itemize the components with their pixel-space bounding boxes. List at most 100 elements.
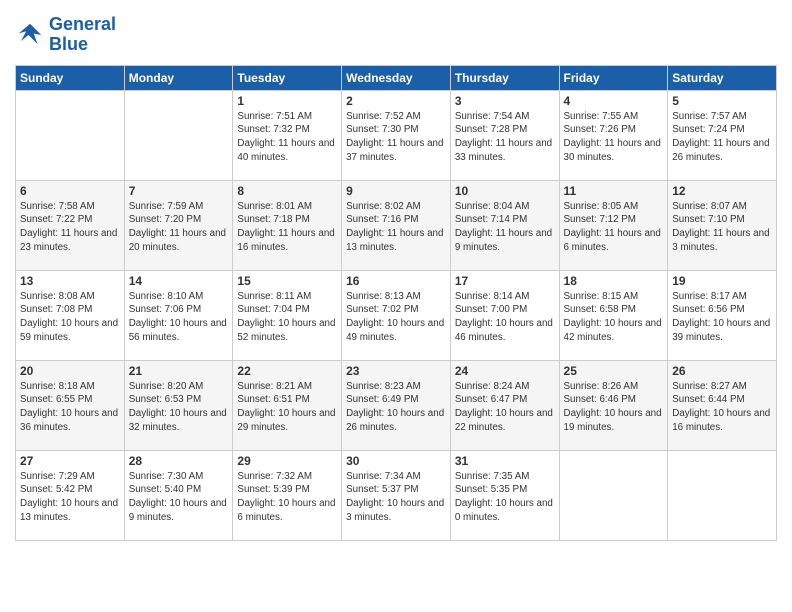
calendar-cell: 29 Sunrise: 7:32 AMSunset: 5:39 PMDayligh… [233, 450, 342, 540]
day-number: 28 [129, 454, 229, 468]
day-info: Sunrise: 8:05 AMSunset: 7:12 PMDaylight:… [564, 200, 664, 255]
weekday-header-thursday: Thursday [450, 65, 559, 90]
calendar-cell: 16Sunrise: 8:13 AMSunset: 7:02 PMDayligh… [342, 270, 451, 360]
day-number: 23 [346, 364, 446, 378]
day-info: Sunrise: 7:32 AMSunset: 5:39 PMDaylight:… [237, 470, 337, 525]
calendar-cell [559, 450, 668, 540]
calendar-cell: 13 Sunrise: 8:08 AMSunset: 7:08 PMDayligh… [16, 270, 125, 360]
day-info: Sunrise: 8:08 AMSunset: 7:08 PMDaylight:… [20, 290, 120, 345]
calendar-header-row: SundayMondayTuesdayWednesdayThursdayFrid… [16, 65, 777, 90]
day-info: Sunrise: 8:02 AMSunset: 7:16 PMDaylight:… [346, 200, 446, 255]
day-info: Sunrise: 7:29 AMSunset: 5:42 PMDaylight:… [20, 470, 120, 525]
logo-text-line2: Blue [49, 35, 116, 55]
day-info: Sunrise: 8:01 AMSunset: 7:18 PMDaylight:… [237, 200, 337, 255]
weekday-header-monday: Monday [124, 65, 233, 90]
calendar-cell: 28 Sunrise: 7:30 AMSunset: 5:40 PMDayligh… [124, 450, 233, 540]
day-number: 30 [346, 454, 446, 468]
calendar-cell: 20Sunrise: 8:18 AMSunset: 6:55 PMDayligh… [16, 360, 125, 450]
day-info: Sunrise: 8:15 AMSunset: 6:58 PMDaylight:… [564, 290, 664, 345]
day-info: Sunrise: 7:59 AMSunset: 7:20 PMDaylight:… [129, 200, 229, 255]
day-number: 31 [455, 454, 555, 468]
day-info: Sunrise: 7:52 AMSunset: 7:30 PMDaylight:… [346, 110, 446, 165]
calendar-week-5: 27 Sunrise: 7:29 AMSunset: 5:42 PMDayligh… [16, 450, 777, 540]
calendar-cell: 15 Sunrise: 8:11 AMSunset: 7:04 PMDayligh… [233, 270, 342, 360]
day-number: 26 [672, 364, 772, 378]
calendar-cell: 2 Sunrise: 7:52 AMSunset: 7:30 PMDaylight… [342, 90, 451, 180]
logo-text-line1: General [49, 15, 116, 35]
day-number: 11 [564, 184, 664, 198]
calendar-cell: 23Sunrise: 8:23 AMSunset: 6:49 PMDayligh… [342, 360, 451, 450]
calendar-week-2: 6 Sunrise: 7:58 AMSunset: 7:22 PMDaylight… [16, 180, 777, 270]
calendar-cell: 1Sunrise: 7:51 AMSunset: 7:32 PMDaylight… [233, 90, 342, 180]
page-header: General Blue [15, 15, 777, 55]
weekday-header-tuesday: Tuesday [233, 65, 342, 90]
day-number: 2 [346, 94, 446, 108]
day-info: Sunrise: 8:11 AMSunset: 7:04 PMDaylight:… [237, 290, 337, 345]
day-number: 7 [129, 184, 229, 198]
day-number: 25 [564, 364, 664, 378]
calendar-cell: 5 Sunrise: 7:57 AMSunset: 7:24 PMDaylight… [668, 90, 777, 180]
calendar-week-3: 13 Sunrise: 8:08 AMSunset: 7:08 PMDayligh… [16, 270, 777, 360]
day-info: Sunrise: 7:58 AMSunset: 7:22 PMDaylight:… [20, 200, 120, 255]
logo: General Blue [15, 15, 116, 55]
day-number: 12 [672, 184, 772, 198]
calendar-table: SundayMondayTuesdayWednesdayThursdayFrid… [15, 65, 777, 541]
calendar-cell: 6 Sunrise: 7:58 AMSunset: 7:22 PMDaylight… [16, 180, 125, 270]
calendar-body: 1Sunrise: 7:51 AMSunset: 7:32 PMDaylight… [16, 90, 777, 540]
calendar-cell: 10Sunrise: 8:04 AMSunset: 7:14 PMDayligh… [450, 180, 559, 270]
calendar-cell: 25Sunrise: 8:26 AMSunset: 6:46 PMDayligh… [559, 360, 668, 450]
calendar-cell [668, 450, 777, 540]
calendar-cell: 24Sunrise: 8:24 AMSunset: 6:47 PMDayligh… [450, 360, 559, 450]
logo-bird-icon [15, 20, 45, 50]
day-number: 6 [20, 184, 120, 198]
calendar-cell: 19 Sunrise: 8:17 AMSunset: 6:56 PMDayligh… [668, 270, 777, 360]
day-number: 10 [455, 184, 555, 198]
day-number: 22 [237, 364, 337, 378]
calendar-cell: 27 Sunrise: 7:29 AMSunset: 5:42 PMDayligh… [16, 450, 125, 540]
day-number: 8 [237, 184, 337, 198]
day-number: 15 [237, 274, 337, 288]
day-number: 20 [20, 364, 120, 378]
day-number: 17 [455, 274, 555, 288]
calendar-cell: 22 Sunrise: 8:21 AMSunset: 6:51 PMDayligh… [233, 360, 342, 450]
calendar-cell: 14Sunrise: 8:10 AMSunset: 7:06 PMDayligh… [124, 270, 233, 360]
day-info: Sunrise: 7:30 AMSunset: 5:40 PMDaylight:… [129, 470, 229, 525]
day-number: 16 [346, 274, 446, 288]
calendar-cell: 4Sunrise: 7:55 AMSunset: 7:26 PMDaylight… [559, 90, 668, 180]
day-info: Sunrise: 8:17 AMSunset: 6:56 PMDaylight:… [672, 290, 772, 345]
weekday-header-wednesday: Wednesday [342, 65, 451, 90]
weekday-header-saturday: Saturday [668, 65, 777, 90]
day-number: 21 [129, 364, 229, 378]
day-number: 5 [672, 94, 772, 108]
calendar-cell [124, 90, 233, 180]
day-number: 24 [455, 364, 555, 378]
day-number: 14 [129, 274, 229, 288]
calendar-cell: 30 Sunrise: 7:34 AMSunset: 5:37 PMDayligh… [342, 450, 451, 540]
calendar-cell: 3 Sunrise: 7:54 AMSunset: 7:28 PMDaylight… [450, 90, 559, 180]
calendar-cell: 17Sunrise: 8:14 AMSunset: 7:00 PMDayligh… [450, 270, 559, 360]
day-info: Sunrise: 7:35 AMSunset: 5:35 PMDaylight:… [455, 470, 555, 525]
calendar-cell: 9 Sunrise: 8:02 AMSunset: 7:16 PMDaylight… [342, 180, 451, 270]
weekday-header-friday: Friday [559, 65, 668, 90]
day-info: Sunrise: 7:54 AMSunset: 7:28 PMDaylight:… [455, 110, 555, 165]
calendar-cell: 12Sunrise: 8:07 AMSunset: 7:10 PMDayligh… [668, 180, 777, 270]
day-number: 29 [237, 454, 337, 468]
day-info: Sunrise: 8:21 AMSunset: 6:51 PMDaylight:… [237, 380, 337, 435]
calendar-cell: 7 Sunrise: 7:59 AMSunset: 7:20 PMDaylight… [124, 180, 233, 270]
calendar-cell: 31 Sunrise: 7:35 AMSunset: 5:35 PMDayligh… [450, 450, 559, 540]
day-number: 19 [672, 274, 772, 288]
calendar-cell: 11 Sunrise: 8:05 AMSunset: 7:12 PMDayligh… [559, 180, 668, 270]
weekday-header-sunday: Sunday [16, 65, 125, 90]
day-info: Sunrise: 8:20 AMSunset: 6:53 PMDaylight:… [129, 380, 229, 435]
day-info: Sunrise: 7:57 AMSunset: 7:24 PMDaylight:… [672, 110, 772, 165]
calendar-week-4: 20Sunrise: 8:18 AMSunset: 6:55 PMDayligh… [16, 360, 777, 450]
calendar-cell: 26Sunrise: 8:27 AMSunset: 6:44 PMDayligh… [668, 360, 777, 450]
day-number: 9 [346, 184, 446, 198]
day-number: 1 [237, 94, 337, 108]
day-number: 3 [455, 94, 555, 108]
calendar-week-1: 1Sunrise: 7:51 AMSunset: 7:32 PMDaylight… [16, 90, 777, 180]
calendar-cell: 8 Sunrise: 8:01 AMSunset: 7:18 PMDaylight… [233, 180, 342, 270]
day-number: 27 [20, 454, 120, 468]
day-info: Sunrise: 7:34 AMSunset: 5:37 PMDaylight:… [346, 470, 446, 525]
day-number: 13 [20, 274, 120, 288]
